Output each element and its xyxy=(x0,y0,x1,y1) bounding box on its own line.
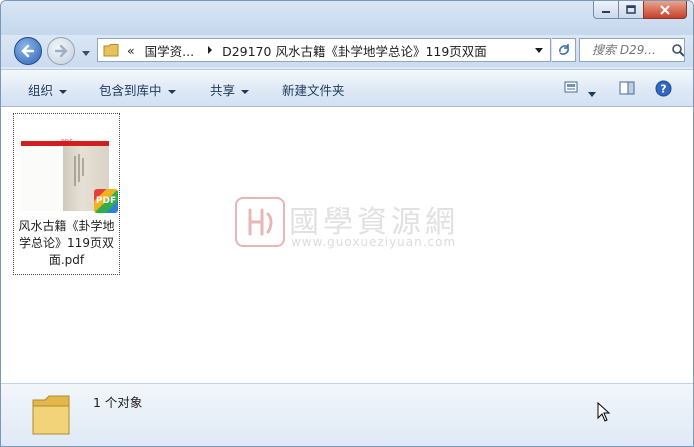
search-input[interactable] xyxy=(590,42,672,58)
search-box[interactable] xyxy=(579,38,685,62)
chevron-down-icon xyxy=(167,89,176,94)
breadcrumb-current[interactable]: D29170 风水古籍《卦学地学总论》119页双面 xyxy=(222,41,487,60)
chevron-down-icon xyxy=(82,51,90,56)
mouse-cursor-icon xyxy=(597,401,611,425)
file-name[interactable]: 风水古籍《卦学地学总论》119页双面.pdf xyxy=(14,218,119,269)
watermark-logo xyxy=(235,197,285,247)
address-row: « 国学资... D29170 风水古籍《卦学地学总论》119页双面 xyxy=(1,35,693,67)
file-list-pane[interactable]: PDF PDF 风水古籍《卦学地学总论》119页双面.pdf 國學資源網 www… xyxy=(1,107,693,383)
help-icon: ? xyxy=(655,80,672,97)
refresh-icon xyxy=(558,44,569,55)
watermark: 國學資源網 www.guoxueziyuan.com xyxy=(235,197,475,257)
pdf-badge-label: PDF xyxy=(95,196,117,206)
folder-icon xyxy=(103,44,119,57)
pdf-badge-icon: PDF xyxy=(94,189,118,213)
minimize-button[interactable] xyxy=(593,1,619,19)
item-count: 1 个对象 xyxy=(93,395,143,410)
chevron-down-icon xyxy=(241,89,250,94)
breadcrumb-overflow[interactable]: « xyxy=(127,43,135,58)
breadcrumb-parent[interactable]: 国学资... xyxy=(145,41,194,60)
view-options-dropdown[interactable] xyxy=(587,86,597,101)
window-controls xyxy=(593,1,687,19)
back-arrow-icon xyxy=(21,44,35,58)
change-view-button[interactable] xyxy=(564,81,580,96)
title-bar xyxy=(1,1,693,35)
forward-arrow-icon xyxy=(54,44,68,58)
new-folder-label: 新建文件夹 xyxy=(282,83,345,98)
view-icon xyxy=(564,81,578,93)
organize-label: 组织 xyxy=(28,83,54,98)
folder-icon xyxy=(29,390,73,441)
close-icon xyxy=(660,4,670,15)
preview-pane-icon xyxy=(619,81,635,95)
watermark-url: www.guoxueziyuan.com xyxy=(291,235,457,249)
share-menu[interactable]: 共享 xyxy=(210,80,250,99)
details-pane: 1 个对象 xyxy=(1,383,693,446)
include-in-library-menu[interactable]: 包含到库中 xyxy=(99,80,176,99)
maximize-button[interactable] xyxy=(618,1,644,19)
new-folder-button[interactable]: 新建文件夹 xyxy=(282,80,345,99)
maximize-icon xyxy=(626,4,636,14)
help-button[interactable]: ? xyxy=(655,80,672,100)
share-label: 共享 xyxy=(210,83,236,98)
svg-text:?: ? xyxy=(660,83,666,96)
chevron-down-icon xyxy=(588,92,596,97)
chevron-down-icon xyxy=(59,89,68,94)
organize-menu[interactable]: 组织 xyxy=(28,80,68,99)
search-icon[interactable] xyxy=(672,43,684,57)
preview-pane-button[interactable] xyxy=(619,81,635,98)
thumbnail-pdf-tag: PDF xyxy=(61,139,73,146)
forward-button[interactable] xyxy=(47,37,75,65)
command-toolbar: 组织 包含到库中 共享 新建文件夹 ? xyxy=(1,69,693,107)
file-item[interactable]: PDF PDF 风水古籍《卦学地学总论》119页双面.pdf xyxy=(13,113,120,275)
explorer-window: « 国学资... D29170 风水古籍《卦学地学总论》119页双面 组织 包含… xyxy=(0,0,694,447)
back-button[interactable] xyxy=(14,37,42,65)
address-dropdown-icon[interactable] xyxy=(534,47,544,55)
close-button[interactable] xyxy=(643,1,687,19)
include-in-library-label: 包含到库中 xyxy=(99,83,162,98)
minimize-icon xyxy=(602,10,610,13)
seal-icon xyxy=(248,208,273,236)
recent-pages-dropdown[interactable] xyxy=(81,47,91,61)
refresh-button[interactable] xyxy=(552,38,576,62)
breadcrumb-separator-icon[interactable] xyxy=(206,46,214,54)
address-bar[interactable]: « 国学资... D29170 风水古籍《卦学地学总论》119页双面 xyxy=(97,38,551,62)
